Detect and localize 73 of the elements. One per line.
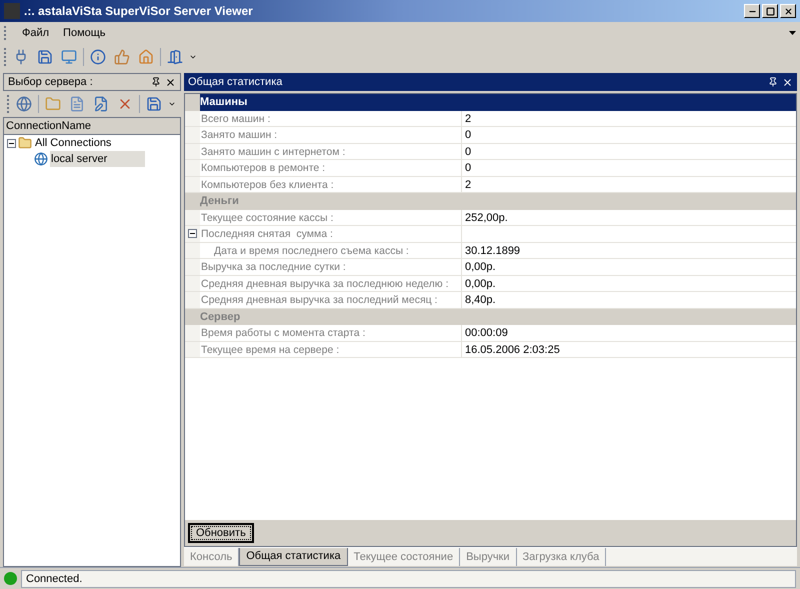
property-label: Текущее состояние кассы : bbox=[201, 212, 334, 224]
maximize-button[interactable] bbox=[762, 4, 778, 18]
property-value: 252,00р. bbox=[465, 212, 508, 224]
row-gutter bbox=[185, 276, 200, 291]
status-icon bbox=[4, 572, 17, 585]
menu-item[interactable]: Файл bbox=[15, 24, 56, 42]
refresh-button[interactable]: Обновить bbox=[188, 523, 254, 543]
row-gutter bbox=[185, 110, 200, 126]
property-label: Текущее время на сервере : bbox=[201, 344, 340, 356]
property-label: Выручка за последние сутки : bbox=[201, 261, 346, 273]
property-value: 16.05.2006 2:03:25 bbox=[465, 344, 560, 356]
property-label: Время работы с момента старта : bbox=[201, 327, 366, 339]
property-value: 0,00р. bbox=[465, 261, 496, 273]
info-icon[interactable] bbox=[88, 47, 108, 67]
property-value: 00:00:09 bbox=[465, 327, 508, 339]
property-label: Дата и время последнего съема кассы : bbox=[214, 244, 409, 256]
pin-icon[interactable] bbox=[151, 77, 161, 87]
window-title: .:. astalaViSta SuperViSor Server Viewer bbox=[24, 3, 254, 20]
app-icon bbox=[4, 3, 20, 19]
dropdown-icon[interactable] bbox=[168, 100, 176, 108]
row-gutter bbox=[185, 144, 200, 159]
property-label: Средняя дневная выручка за последнюю неделю : bbox=[201, 278, 449, 290]
status-text: Connected. bbox=[21, 570, 796, 588]
panel-title: Выбор сервера : bbox=[8, 74, 94, 90]
row-gutter bbox=[185, 325, 200, 340]
maximize-icon bbox=[766, 6, 774, 16]
property-label: Занято машин с интернетом : bbox=[201, 146, 346, 158]
collapse-icon[interactable] bbox=[7, 138, 16, 148]
tab[interactable]: Текущее состояние bbox=[348, 548, 460, 566]
property-label: Занято машин : bbox=[201, 129, 278, 141]
tab[interactable]: Выручки bbox=[460, 548, 517, 566]
property-value: 2 bbox=[465, 178, 472, 190]
property-value: 0,00р. bbox=[465, 278, 496, 290]
tab[interactable]: Загрузка клуба bbox=[516, 548, 606, 566]
minimize-button[interactable] bbox=[744, 4, 760, 18]
property-value: 8,40р. bbox=[465, 294, 496, 306]
property-label: Компьютеров в ремонте : bbox=[201, 162, 326, 174]
tab[interactable]: Консоль bbox=[184, 548, 240, 566]
property-label: Средняя дневная выручка за последний месяц : bbox=[201, 294, 438, 306]
row-gutter bbox=[185, 127, 200, 142]
globe-icon bbox=[34, 152, 48, 166]
tree-item[interactable]: All Connections bbox=[34, 134, 112, 152]
tree-item[interactable]: local server bbox=[50, 150, 146, 168]
row-gutter bbox=[185, 259, 200, 274]
panel-title: Общая статистика bbox=[188, 74, 284, 90]
close-button[interactable] bbox=[780, 4, 796, 18]
property-value: 0 bbox=[465, 162, 472, 174]
column-header[interactable]: ConnectionName bbox=[4, 118, 180, 135]
dropdown-icon[interactable] bbox=[189, 53, 197, 61]
property-value: 2 bbox=[465, 112, 472, 124]
close-icon[interactable] bbox=[165, 76, 176, 88]
property-value: 0 bbox=[465, 129, 472, 141]
thumbs-up-icon[interactable] bbox=[112, 47, 132, 67]
row-gutter bbox=[185, 176, 200, 192]
property-label: Компьютеров без клиента : bbox=[201, 178, 334, 190]
pin-icon[interactable] bbox=[768, 77, 778, 87]
property-label: Всего машин : bbox=[201, 112, 270, 124]
menu-item[interactable]: Помощь bbox=[56, 24, 113, 42]
folder-icon bbox=[18, 136, 32, 150]
globe-icon[interactable] bbox=[14, 94, 34, 114]
row-gutter bbox=[185, 292, 200, 308]
property-label: Последняя снятая сумма : bbox=[201, 228, 333, 240]
row-gutter bbox=[185, 342, 200, 357]
door-icon[interactable] bbox=[165, 47, 185, 67]
tab[interactable]: Общая статистика bbox=[239, 548, 348, 566]
category-row[interactable]: Машины bbox=[185, 94, 796, 110]
property-value: 0 bbox=[465, 146, 472, 158]
dropdown-icon[interactable] bbox=[789, 31, 796, 35]
row-gutter bbox=[185, 160, 200, 176]
property-value: 30.12.1899 bbox=[465, 244, 520, 256]
close-icon bbox=[784, 6, 792, 16]
close-icon[interactable] bbox=[782, 76, 793, 88]
collapse-icon[interactable] bbox=[188, 229, 197, 238]
